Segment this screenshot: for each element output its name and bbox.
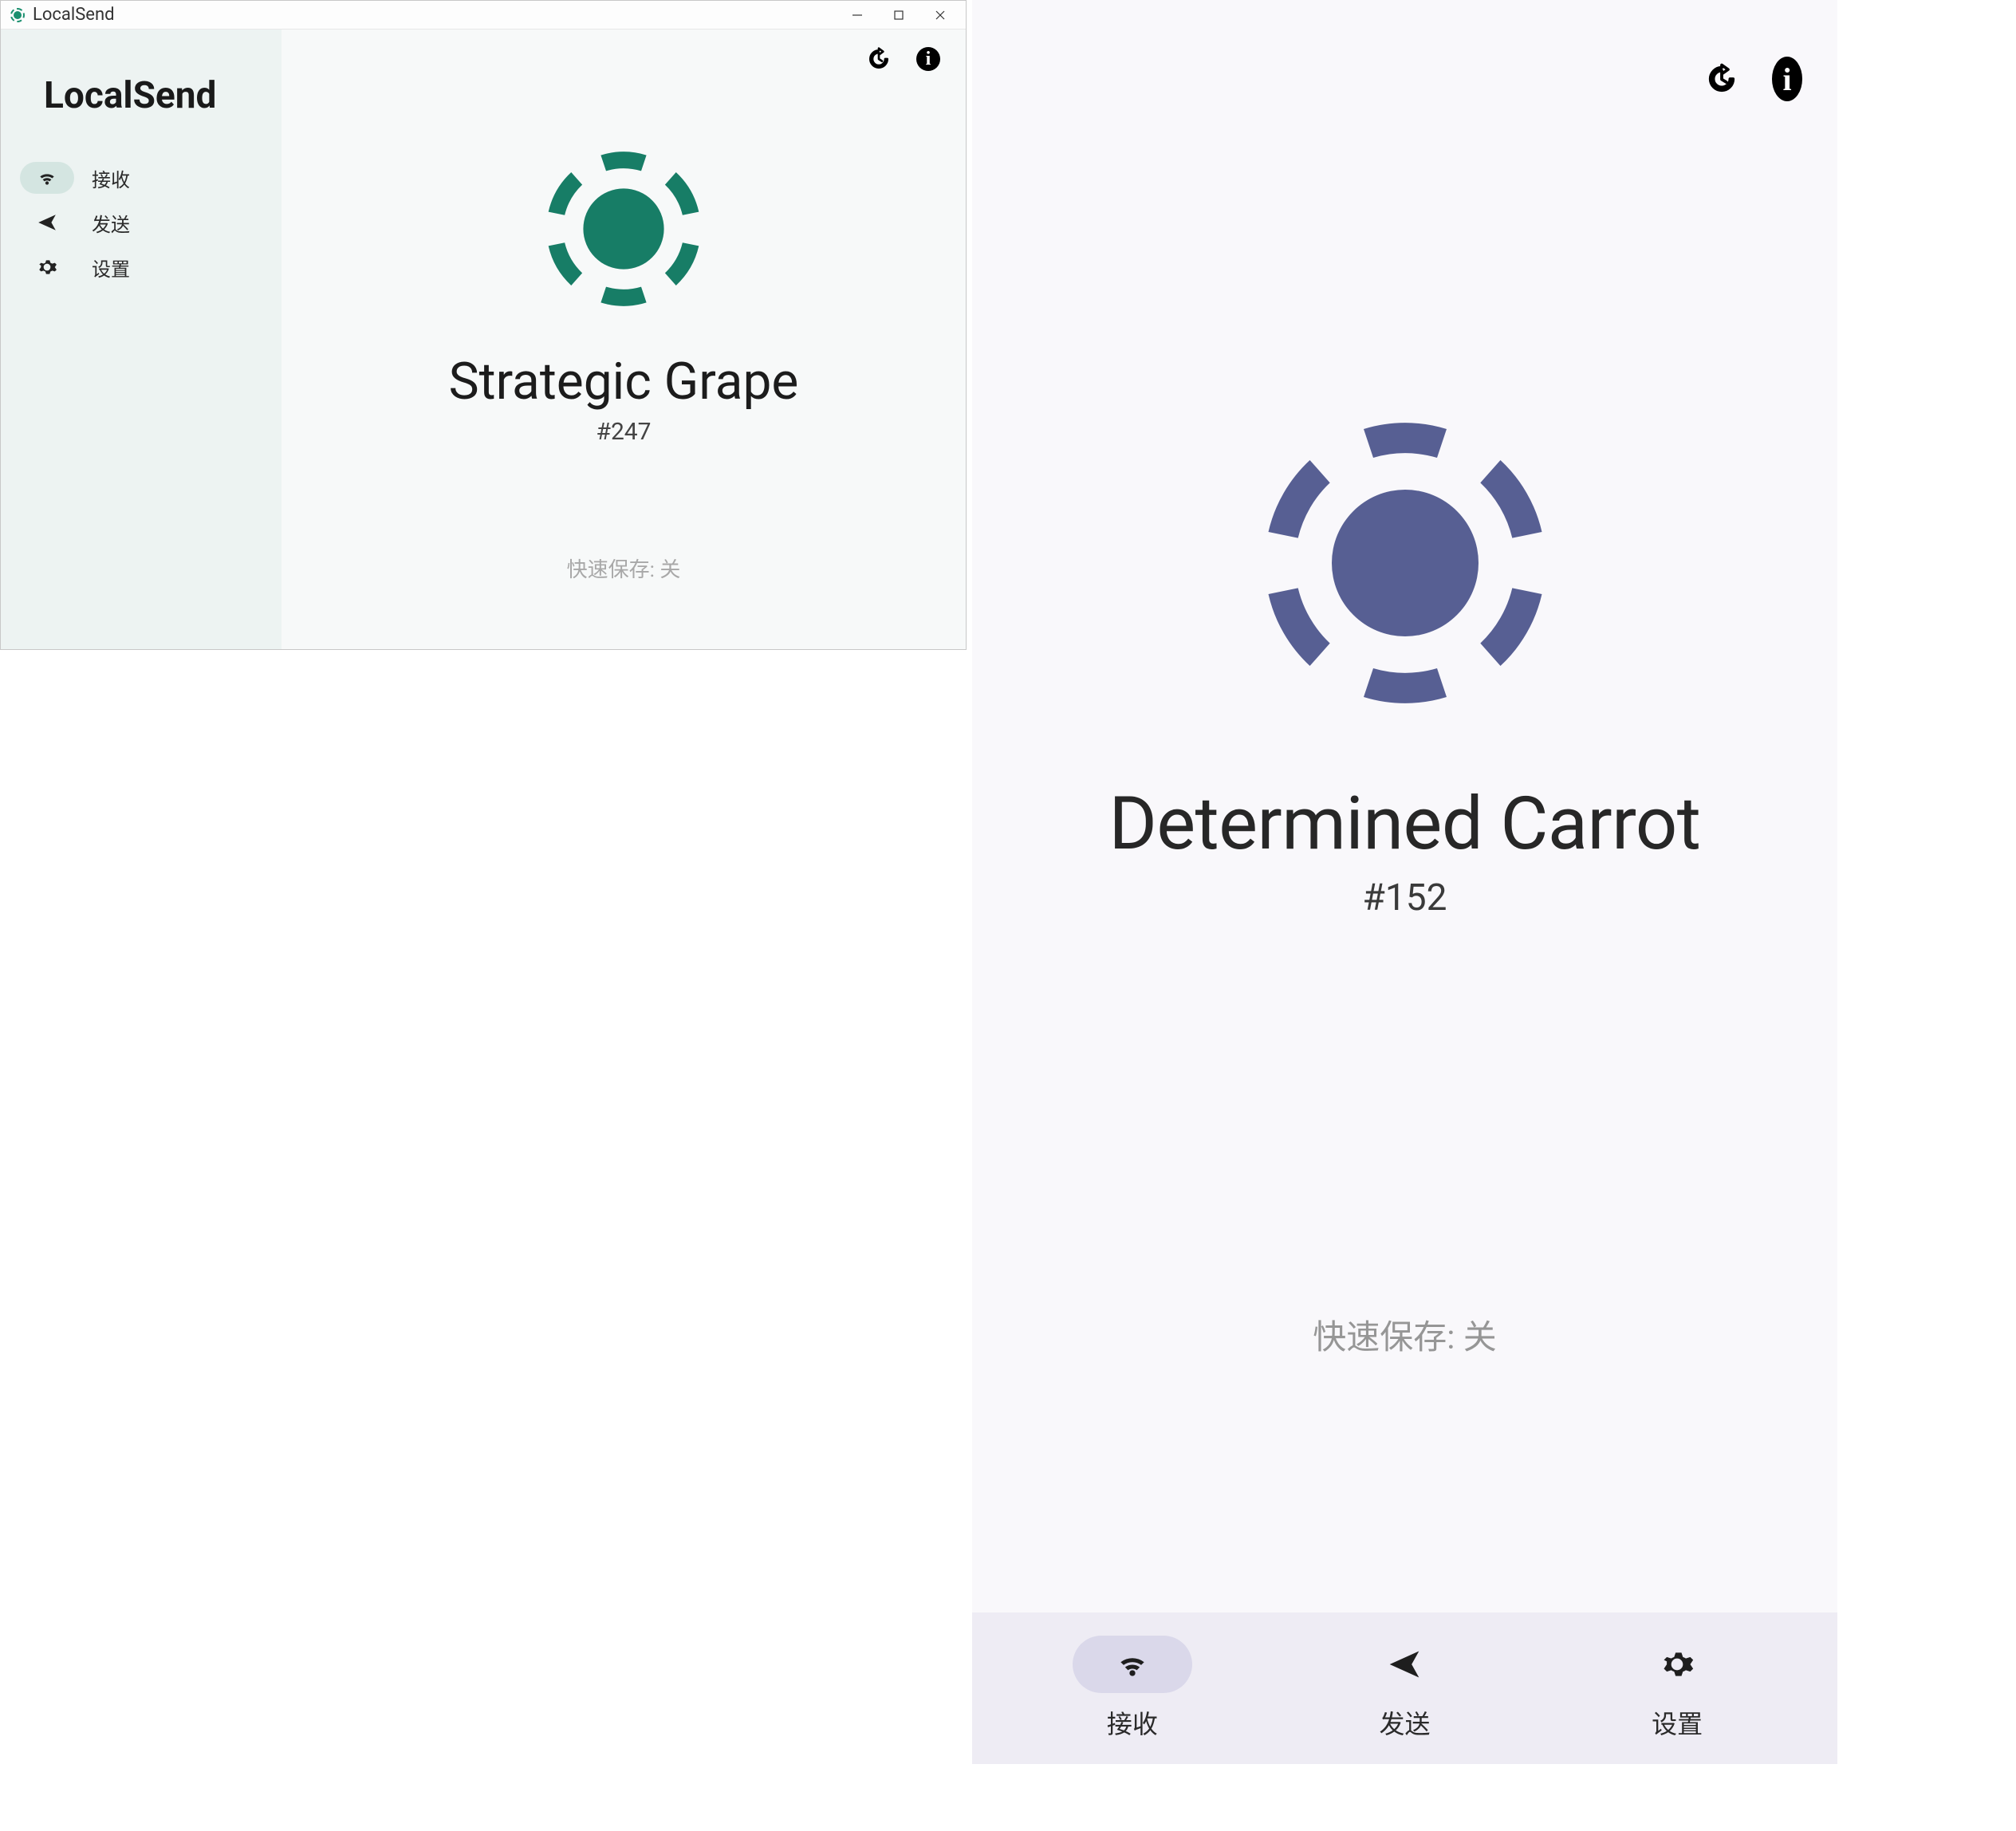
device-logo bbox=[536, 141, 711, 320]
history-button[interactable] bbox=[864, 44, 894, 74]
close-button[interactable] bbox=[919, 1, 961, 30]
window-controls bbox=[837, 1, 961, 30]
app-title: LocalSend bbox=[44, 74, 258, 117]
quicksave-status: 快速保存: 关 bbox=[567, 553, 681, 583]
history-button[interactable] bbox=[1707, 64, 1737, 94]
device-logo bbox=[1246, 404, 1565, 726]
minimize-button[interactable] bbox=[837, 1, 878, 30]
sidebar-item-label: 发送 bbox=[92, 209, 130, 237]
desktop-window: LocalSend LocalSend 接收 bbox=[0, 0, 967, 650]
mobile-toolbar: i bbox=[1707, 64, 1802, 94]
maximize-button[interactable] bbox=[878, 1, 919, 30]
nav-label: 发送 bbox=[1379, 1704, 1430, 1741]
desktop-body: LocalSend 接收 发送 设置 bbox=[1, 30, 966, 649]
nav-item-send[interactable]: 发送 bbox=[1345, 1636, 1464, 1741]
wifi-icon bbox=[20, 162, 74, 194]
nav-item-receive[interactable]: 接收 bbox=[1073, 1636, 1192, 1741]
device-name: Determined Carrot bbox=[1108, 782, 1700, 867]
wifi-icon bbox=[1073, 1636, 1192, 1693]
nav-label: 接收 bbox=[1107, 1704, 1158, 1741]
mobile-main: Determined Carrot #152 快速保存: 关 bbox=[972, 0, 1837, 1612]
sidebar-header: LocalSend bbox=[1, 52, 282, 156]
sidebar: LocalSend 接收 发送 设置 bbox=[1, 30, 282, 649]
bottom-nav: 接收 发送 设置 bbox=[972, 1612, 1837, 1764]
send-icon bbox=[20, 207, 74, 238]
mobile-window: i Determined Carrot #152 bbox=[972, 0, 1837, 1764]
gear-icon bbox=[20, 251, 74, 283]
quicksave-status: 快速保存: 关 bbox=[1313, 1310, 1497, 1359]
titlebar-left: LocalSend bbox=[10, 5, 115, 25]
device-name: Strategic Grape bbox=[449, 352, 799, 411]
sidebar-item-receive[interactable]: 接收 bbox=[1, 156, 282, 200]
info-icon: i bbox=[1772, 57, 1802, 101]
desktop-main: i bbox=[282, 30, 966, 649]
app-icon bbox=[10, 8, 25, 22]
device-id: #247 bbox=[596, 418, 651, 446]
window-titlebar: LocalSend bbox=[1, 1, 966, 30]
sidebar-item-label: 接收 bbox=[92, 164, 130, 192]
nav-label: 设置 bbox=[1652, 1704, 1703, 1741]
toolbar: i bbox=[864, 44, 943, 74]
sidebar-item-settings[interactable]: 设置 bbox=[1, 245, 282, 289]
info-button[interactable]: i bbox=[913, 44, 943, 74]
info-button[interactable]: i bbox=[1772, 64, 1802, 94]
window-title: LocalSend bbox=[33, 5, 115, 25]
sidebar-item-send[interactable]: 发送 bbox=[1, 200, 282, 245]
device-id: #152 bbox=[1363, 876, 1447, 919]
gear-icon bbox=[1617, 1636, 1737, 1693]
sidebar-item-label: 设置 bbox=[92, 254, 130, 282]
info-icon: i bbox=[916, 47, 940, 71]
nav-item-settings[interactable]: 设置 bbox=[1617, 1636, 1737, 1741]
send-icon bbox=[1345, 1636, 1464, 1693]
